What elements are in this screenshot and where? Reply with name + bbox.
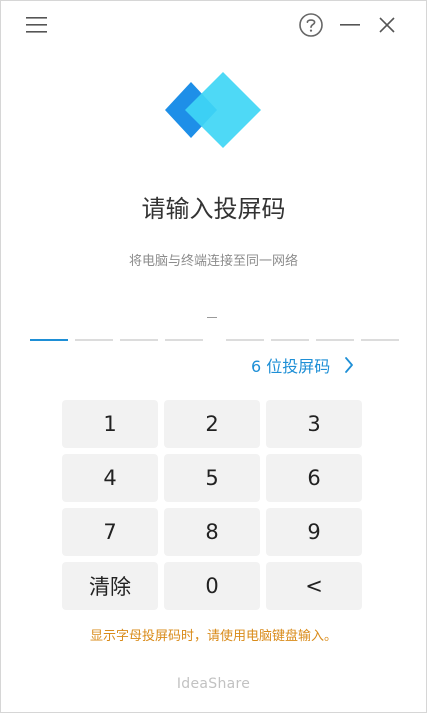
code-slot[interactable] [226,339,264,341]
six-digit-code-label: 6 位投屏码 [251,357,331,376]
minimize-button[interactable] [336,11,364,39]
code-slot[interactable] [361,339,399,341]
menu-icon [26,17,47,33]
backspace-button[interactable]: < [266,562,362,610]
key-5[interactable]: 5 [164,454,260,502]
minimize-icon [340,24,360,26]
page-subtitle: 将电脑与终端连接至同一网络 [128,254,298,269]
code-separator [207,317,217,318]
key-6[interactable]: 6 [266,454,362,502]
page-title: 请输入投屏码 [141,195,286,223]
key-1[interactable]: 1 [62,400,158,448]
keyboard-hint: 显示字母投屏码时，请使用电脑键盘输入。 [89,629,337,644]
close-button[interactable] [373,11,401,39]
help-icon [299,13,323,37]
code-slot[interactable] [75,339,113,341]
key-7[interactable]: 7 [62,508,158,556]
code-slot[interactable] [165,339,203,341]
ideashare-logo [165,72,261,148]
code-slot[interactable] [30,339,68,341]
chevron-right-icon [345,357,354,373]
key-4[interactable]: 4 [62,454,158,502]
code-slot[interactable] [120,339,158,341]
code-slot[interactable] [316,339,354,341]
six-digit-code-link[interactable]: 6 位投屏码 [251,351,354,379]
help-button[interactable] [297,11,325,39]
clear-button[interactable]: 清除 [62,562,158,610]
key-0[interactable]: 0 [164,562,260,610]
key-3[interactable]: 3 [266,400,362,448]
menu-button[interactable] [23,11,51,39]
key-2[interactable]: 2 [164,400,260,448]
brand-name: IdeaShare [176,676,251,692]
app-window: 请输入投屏码 将电脑与终端连接至同一网络 6 位投屏码 1 2 3 4 5 6 … [0,0,427,713]
key-8[interactable]: 8 [164,508,260,556]
code-slot[interactable] [271,339,309,341]
key-9[interactable]: 9 [266,508,362,556]
close-icon [379,17,395,33]
